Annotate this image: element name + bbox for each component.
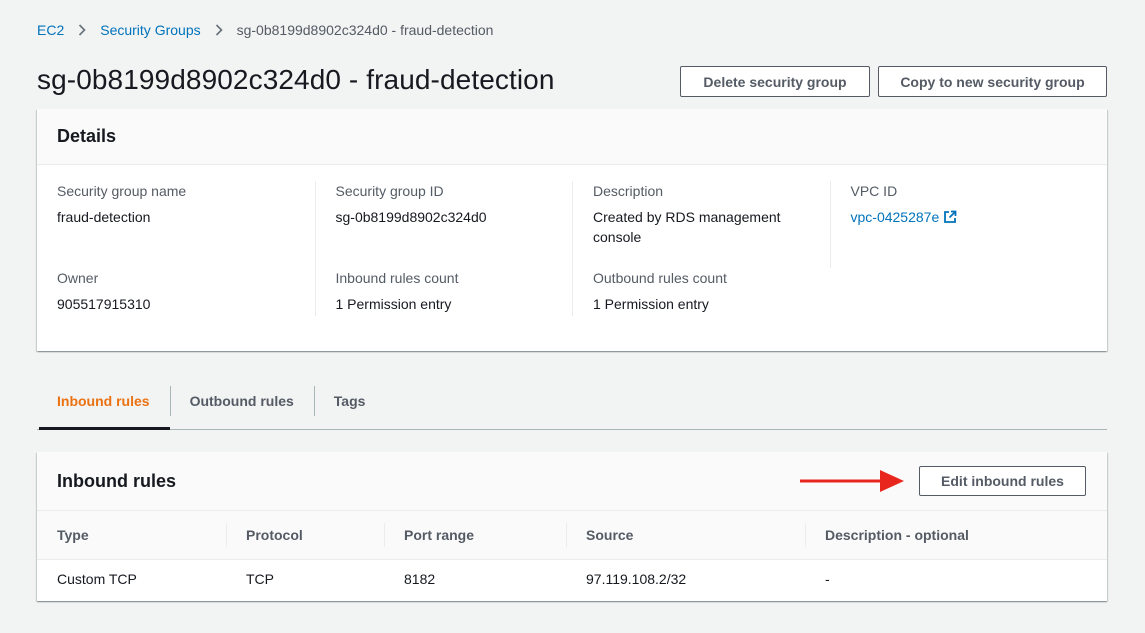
details-title: Details bbox=[57, 126, 117, 146]
page-title: sg-0b8199d8902c324d0 - fraud-detection bbox=[37, 64, 555, 95]
field-value: sg-0b8199d8902c324d0 bbox=[335, 209, 487, 225]
cell-description: - bbox=[825, 571, 830, 588]
field-label: VPC ID bbox=[850, 183, 898, 199]
breadcrumb: EC2 Security Groups sg-0b8199d8902c324d0… bbox=[37, 22, 493, 38]
field-value: fraud-detection bbox=[57, 209, 151, 225]
inbound-rules-panel: Inbound rules Edit inbound rules Type Pr… bbox=[37, 452, 1107, 601]
column-header-description[interactable]: Description - optional bbox=[805, 511, 1107, 560]
cell-type: Custom TCP bbox=[57, 571, 137, 588]
field-security-group-id: Security group ID sg-0b8199d8902c324d0 bbox=[314, 181, 573, 268]
inbound-rules-title: Inbound rules bbox=[57, 470, 176, 491]
inbound-rules-header: Inbound rules Edit inbound rules bbox=[37, 452, 1107, 511]
copy-security-group-button[interactable]: Copy to new security group bbox=[878, 66, 1107, 97]
field-value: 1 Permission entry bbox=[593, 296, 709, 312]
tab-inbound-rules[interactable]: Inbound rules bbox=[37, 373, 170, 430]
table-row: Custom TCP TCP 8182 97.119.108.2/32 - bbox=[37, 559, 1107, 599]
header-actions: Delete security group Copy to new securi… bbox=[680, 66, 1107, 97]
delete-security-group-button[interactable]: Delete security group bbox=[680, 66, 870, 97]
chevron-right-icon bbox=[215, 24, 223, 36]
edit-inbound-rules-button[interactable]: Edit inbound rules bbox=[919, 466, 1086, 496]
field-value: Created by RDS management console bbox=[593, 209, 781, 245]
field-owner: Owner 905517915310 bbox=[57, 268, 315, 316]
details-grid-row2: Owner 905517915310 Inbound rules count 1… bbox=[37, 268, 1107, 316]
tab-bar: Inbound rules Outbound rules Tags bbox=[37, 373, 1107, 430]
table-header-row: Type Protocol Port range Source Descript… bbox=[37, 511, 1107, 560]
field-vpc-id: VPC ID vpc-0425287e bbox=[829, 181, 1088, 268]
tab-tags[interactable]: Tags bbox=[313, 373, 386, 429]
cell-port-range: 8182 bbox=[404, 571, 436, 588]
external-link-icon[interactable] bbox=[943, 209, 957, 229]
cell-protocol: TCP bbox=[246, 571, 274, 588]
field-security-group-name: Security group name fraud-detection bbox=[57, 181, 315, 268]
field-outbound-rules-count: Outbound rules count 1 Permission entry bbox=[572, 268, 830, 316]
field-label: Security group ID bbox=[335, 183, 444, 199]
breadcrumb-security-groups[interactable]: Security Groups bbox=[100, 22, 200, 38]
vpc-id-link[interactable]: vpc-0425287e bbox=[851, 209, 940, 225]
column-header-port-range[interactable]: Port range bbox=[384, 511, 566, 560]
column-header-type[interactable]: Type bbox=[37, 511, 226, 560]
field-value: 1 Permission entry bbox=[335, 296, 452, 312]
field-description: Description Created by RDS management co… bbox=[572, 181, 830, 268]
column-header-protocol[interactable]: Protocol bbox=[226, 511, 384, 560]
field-value: vpc-0425287e bbox=[851, 207, 1068, 229]
details-header: Details bbox=[37, 109, 1107, 165]
column-header-source[interactable]: Source bbox=[566, 511, 805, 560]
field-label: Inbound rules count bbox=[335, 270, 459, 286]
field-label: Description bbox=[593, 183, 664, 199]
field-label: Security group name bbox=[57, 183, 187, 199]
breadcrumb-ec2[interactable]: EC2 bbox=[37, 22, 64, 38]
field-label: Outbound rules count bbox=[593, 270, 727, 286]
details-panel: Details Security group name fraud-detect… bbox=[37, 109, 1107, 351]
field-value: 905517915310 bbox=[57, 296, 151, 312]
breadcrumb-current: sg-0b8199d8902c324d0 - fraud-detection bbox=[236, 22, 494, 38]
field-label: Owner bbox=[57, 270, 99, 286]
cell-source: 97.119.108.2/32 bbox=[586, 571, 687, 588]
annotation-arrow-icon bbox=[800, 470, 904, 492]
chevron-right-icon bbox=[78, 24, 86, 36]
field-inbound-rules-count: Inbound rules count 1 Permission entry bbox=[314, 268, 573, 316]
details-grid: Security group name fraud-detection Secu… bbox=[37, 165, 1107, 268]
inbound-rules-table: Type Protocol Port range Source Descript… bbox=[37, 511, 1107, 599]
tab-outbound-rules[interactable]: Outbound rules bbox=[169, 373, 314, 429]
